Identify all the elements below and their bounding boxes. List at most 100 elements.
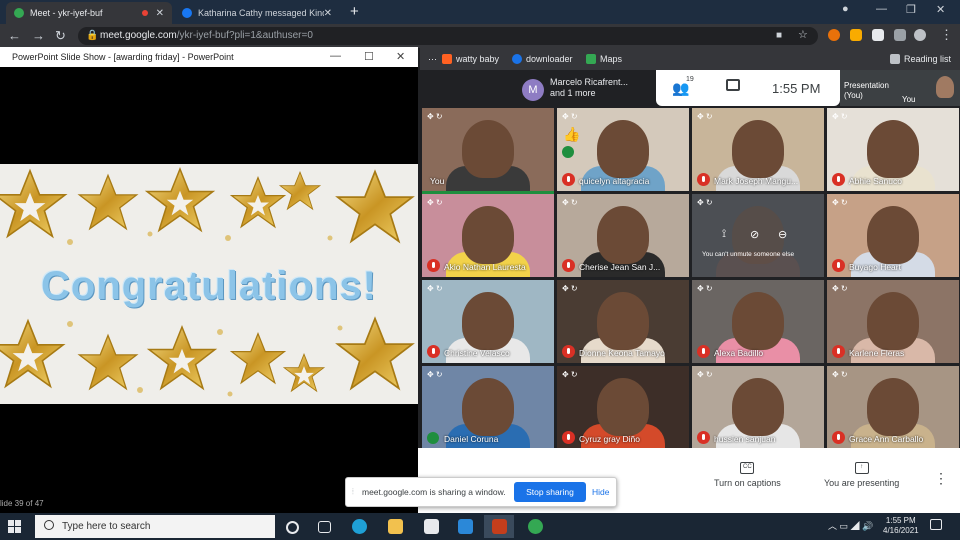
participant-tile[interactable]: ✥ ↻ ⟟ ⊘ ⊖ You can't unmute someone else [692,194,824,277]
participant-tile[interactable]: ✥ ↻ Cyruz gray Diño [557,366,689,449]
participant-tile[interactable]: ✥ ↻ Abhie Sanuco [827,108,959,191]
extension-icon[interactable] [828,29,840,41]
chat-icon[interactable] [726,79,740,91]
participant-tile[interactable]: ✥ ↻ Grace Ann Carballo [827,366,959,449]
participant-tile[interactable]: ✥ ↻ You [422,108,554,194]
kebab-menu-icon[interactable]: ⋮ [940,27,953,43]
participant-tile[interactable]: ✥ ↻ Alexa Badillo [692,280,824,363]
presenter-name: Marcelo Ricafrent... and 1 more [550,77,629,98]
edge-icon[interactable] [352,519,367,534]
close-icon[interactable]: ✕ [324,8,332,19]
tile-controls-icon[interactable]: ✥ ↻ [427,370,443,379]
star-icon[interactable]: ☆ [798,28,808,41]
participant-video-face [732,292,784,350]
participant-tile[interactable]: ✥ ↻ Akio Nathan Lauresta [422,194,554,277]
maximize-icon[interactable]: ❐ [906,3,916,16]
tile-controls-icon[interactable]: ✥ ↻ [832,198,848,207]
reading-list-button[interactable]: Reading list [890,54,951,64]
tile-controls-icon[interactable]: ✥ ↻ [562,284,578,293]
tile-controls-icon[interactable]: ✥ ↻ [832,370,848,379]
more-options-icon[interactable]: ⋮ [934,470,948,487]
turn-on-captions-button[interactable]: CC Turn on captions [714,462,781,488]
tile-controls-icon[interactable]: ✥ ↻ [697,112,713,121]
chrome-icon[interactable] [528,519,543,534]
back-arrow-icon[interactable]: ← [8,28,21,43]
tile-controls-icon[interactable]: ✥ ↻ [562,112,578,121]
participant-video-face [867,292,919,350]
reload-icon[interactable]: ↻ [55,28,66,44]
presenting-button[interactable]: ↑ You are presenting [824,462,899,488]
taskbar-search-input[interactable]: Type here to search [35,515,275,538]
tile-controls-icon[interactable]: ✥ ↻ [697,370,713,379]
participant-tile[interactable]: ✥ ↻ hussien sanjuan [692,366,824,449]
task-view-icon[interactable] [318,521,331,533]
participant-tile[interactable]: ✥ ↻ Dionne Keona Tamayo [557,280,689,363]
url-bar[interactable]: 🔒 meet.google.com/ykr-iyef-buf?pli=1&aut… [78,27,818,45]
hide-button[interactable]: Hide [592,487,609,497]
store-icon[interactable] [424,519,439,534]
tile-controls-icon[interactable]: ✥ ↻ [697,198,713,207]
participant-tile[interactable]: ✥ ↻ Cherise Jean San J... [557,194,689,277]
tile-controls-icon[interactable]: ✥ ↻ [562,370,578,379]
tile-controls-icon[interactable]: ✥ ↻ [832,284,848,293]
profile-dot-icon[interactable]: ● [842,3,849,15]
tab-title: Katharina Cathy messaged Kinde [198,8,324,18]
cortana-icon[interactable] [286,521,299,534]
participant-name: Cyruz gray Diño [579,434,640,444]
drag-handle-icon[interactable]: ⦙ [352,487,354,497]
apps-icon[interactable]: ⋯ [428,54,437,65]
thumbs-up-extension-icon[interactable] [850,29,862,41]
participant-tile[interactable]: ✥ ↻ Christine Velasco [422,280,554,363]
presentation-tile[interactable]: Presentation (You) You [840,70,960,106]
browser-tab-strip: Meet - ykr-iyef-buf ✕ Katharina Cathy me… [0,0,960,24]
tile-controls-icon[interactable]: ✥ ↻ [832,112,848,121]
stop-sharing-button[interactable]: Stop sharing [514,482,586,502]
participant-tile[interactable]: ✥ ↻ quicelyn altagracia 👍 [557,108,689,191]
tile-controls-icon[interactable]: ✥ ↻ [427,198,443,207]
participant-tile[interactable]: ✥ ↻ Buyago Heart [827,194,959,277]
pin-icon[interactable]: ⟟ [722,228,726,241]
close-window-icon[interactable]: ✕ [936,3,945,16]
close-window-icon[interactable]: ✕ [396,50,405,63]
participant-tile[interactable]: ✥ ↻ Daniel Coruna [422,366,554,449]
participant-name: Alexa Badillo [714,348,764,358]
avatar[interactable] [914,29,926,41]
new-tab-button[interactable]: + [350,3,359,20]
extension-icon[interactable] [872,29,884,41]
camera-icon[interactable]: ■ [776,30,782,41]
captions-icon: CC [740,462,755,474]
powerpoint-icon [492,519,507,534]
participant-video-face [732,378,784,436]
bookmark-watty-baby[interactable]: watty baby [442,54,499,64]
tile-controls-icon[interactable]: ✥ ↻ [562,198,578,207]
system-tray[interactable]: ︿ ▭ ◢ 🔊 [828,519,873,532]
participant-video-face [462,292,514,350]
participant-tile[interactable]: ✥ ↻ Karlene Fleras [827,280,959,363]
taskbar-clock[interactable]: 1:55 PM 4/16/2021 [883,516,919,536]
maximize-icon[interactable]: ☐ [364,50,374,63]
mic-off-icon[interactable]: ⊘ [750,228,759,241]
tile-controls-icon[interactable]: ✥ ↻ [427,112,443,121]
close-icon[interactable]: ✕ [156,8,164,19]
mic-muted-icon [832,173,845,186]
notifications-icon[interactable] [930,519,942,530]
bookmark-maps[interactable]: Maps [586,54,622,64]
minimize-icon[interactable]: — [876,3,887,15]
tab-meet[interactable]: Meet - ykr-iyef-buf ✕ [6,2,172,24]
tab-facebook[interactable]: Katharina Cathy messaged Kinde ✕ [174,2,340,24]
windows-start-icon[interactable] [8,520,21,533]
participant-name: Karlene Fleras [849,348,905,358]
tile-controls-icon[interactable]: ✥ ↻ [427,284,443,293]
file-explorer-icon[interactable] [388,519,403,534]
participant-name: Daniel Coruna [444,434,499,444]
remove-icon[interactable]: ⊖ [778,228,787,241]
mail-icon[interactable] [458,519,473,534]
minimize-icon[interactable]: — [330,50,341,62]
participant-name: Akio Nathan Lauresta [444,262,526,272]
tile-controls-icon[interactable]: ✥ ↻ [697,284,713,293]
forward-arrow-icon[interactable]: → [32,28,45,43]
mic-muted-icon [832,431,845,444]
participant-tile[interactable]: ✥ ↻ Mark Joseph Mangu... [692,108,824,191]
bookmark-downloader[interactable]: downloader [512,54,573,64]
puzzle-icon[interactable] [894,29,906,41]
